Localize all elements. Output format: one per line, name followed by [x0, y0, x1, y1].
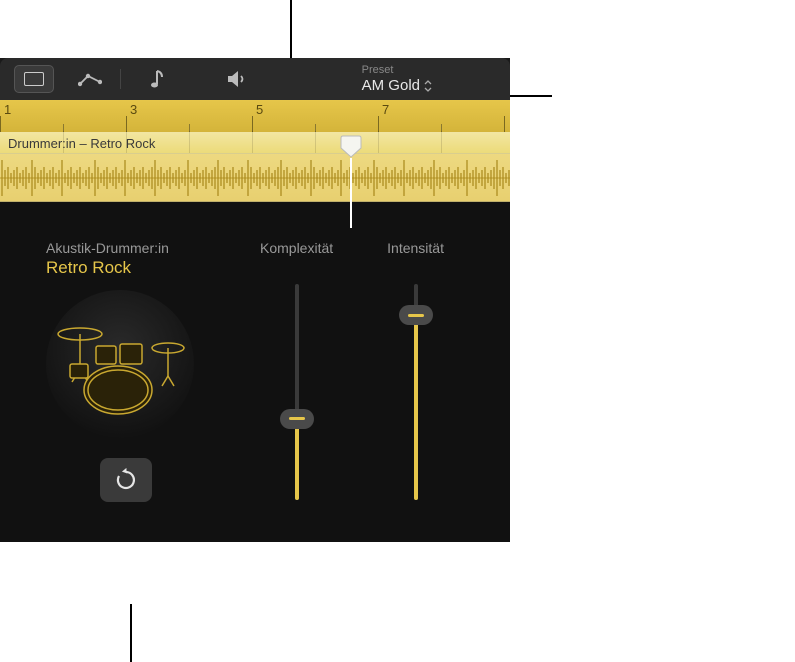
toolbar: Preset AM Gold	[0, 58, 510, 100]
intensity-slider[interactable]	[396, 284, 436, 500]
preset-name: AM Gold	[362, 77, 420, 94]
ruler-number: 5	[256, 102, 263, 117]
toolbar-divider	[120, 69, 121, 89]
ruler-tick	[315, 124, 316, 132]
regenerate-button[interactable]	[100, 458, 152, 502]
preset-heading: Preset	[362, 64, 432, 76]
playhead-marker-icon	[340, 134, 362, 158]
callout-line-top	[290, 0, 292, 60]
drum-kit-preview[interactable]	[46, 290, 194, 438]
ruler-tick	[126, 116, 127, 132]
region-name: Drummer:in – Retro Rock	[8, 136, 155, 151]
preset-value-row: AM Gold	[362, 77, 432, 94]
ruler-tick	[441, 124, 442, 132]
drummer-controls: Akustik-Drummer:in Retro Rock	[0, 202, 510, 542]
region-header: Drummer:in – Retro Rock	[0, 132, 510, 154]
complexity-slider-column: Komplexität	[260, 240, 333, 500]
speaker-icon	[226, 69, 248, 89]
ruler-tick	[378, 116, 379, 132]
region-view-button[interactable]	[14, 65, 54, 93]
ruler-tick	[189, 124, 190, 132]
ruler-tick	[63, 124, 64, 132]
complexity-slider[interactable]	[277, 284, 317, 500]
ruler-number: 1	[4, 102, 11, 117]
preset-selector[interactable]: Preset AM Gold	[362, 64, 510, 94]
slider-thumb[interactable]	[280, 409, 314, 429]
drum-kit-icon	[50, 304, 190, 424]
intensity-slider-column: Intensität	[387, 240, 444, 500]
rectangle-icon	[24, 72, 44, 86]
drummer-info-column: Akustik-Drummer:in Retro Rock	[46, 240, 206, 500]
waveform-graphic	[0, 154, 510, 202]
timeline-ruler[interactable]: 1 3 5 7	[0, 100, 510, 132]
ruler-number: 7	[382, 102, 389, 117]
region-waveform	[0, 154, 510, 202]
eighth-note-icon	[149, 68, 165, 90]
drummer-region[interactable]: Drummer:in – Retro Rock	[0, 132, 510, 202]
preview-audio-button[interactable]	[225, 67, 249, 91]
automation-curve-icon	[78, 70, 102, 88]
drummer-style-name: Retro Rock	[46, 258, 206, 278]
slider-thumb[interactable]	[399, 305, 433, 325]
ruler-tick	[252, 116, 253, 132]
refresh-icon	[114, 468, 138, 492]
drummer-type-label: Akustik-Drummer:in	[46, 240, 206, 256]
complexity-label: Komplexität	[260, 240, 333, 256]
drummer-editor-panel: Preset AM Gold 1 3 5 7 Drummer:in – Retr…	[0, 58, 510, 542]
note-tool[interactable]	[145, 67, 169, 91]
ruler-number: 3	[130, 102, 137, 117]
automation-tool[interactable]	[78, 67, 102, 91]
updown-chevron-icon	[424, 80, 432, 92]
ruler-tick	[0, 116, 1, 132]
ruler-tick	[504, 116, 505, 132]
callout-line-bottom	[130, 604, 132, 662]
intensity-label: Intensität	[387, 240, 444, 256]
playhead[interactable]	[350, 158, 352, 228]
